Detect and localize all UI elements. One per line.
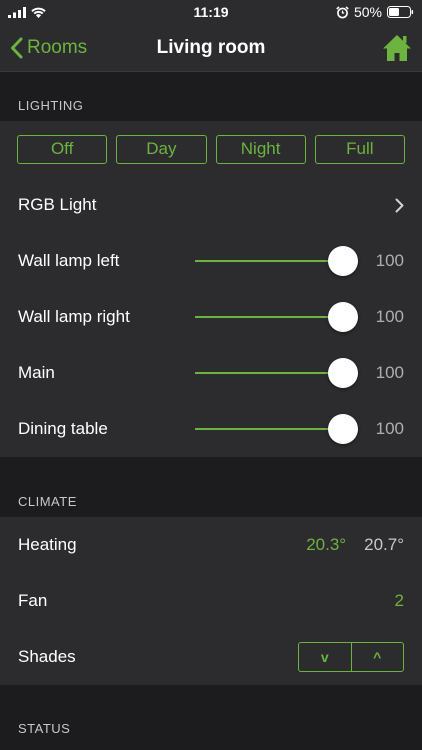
climate-section-header: CLIMATE (18, 494, 77, 509)
back-button[interactable]: Rooms (10, 37, 87, 59)
shades-control: v ^ (298, 642, 404, 672)
status-bar: 11:19 50% (0, 0, 422, 24)
chevron-right-icon (395, 198, 404, 212)
slider-thumb[interactable] (328, 414, 359, 444)
dimmer-slider[interactable] (195, 246, 359, 276)
dimmer-slider[interactable] (195, 414, 359, 444)
dimmer-control: 100 (195, 358, 404, 388)
scene-day-button[interactable]: Day (116, 134, 207, 164)
home-icon[interactable] (382, 33, 412, 63)
fan-row[interactable]: Fan 2 (0, 573, 422, 629)
alarm-icon (336, 5, 349, 18)
lighting-section-header: LIGHTING (18, 98, 84, 113)
status-left (8, 6, 46, 18)
dimmer-control: 100 (195, 414, 404, 444)
heating-row[interactable]: Heating 20.3° 20.7° (0, 517, 422, 573)
battery-percent: 50% (353, 4, 382, 20)
fan-label: Fan (18, 591, 48, 610)
dimmer-label: Wall lamp right (18, 307, 130, 326)
fan-value: 2 (394, 591, 404, 610)
dimmer-label: Main (18, 363, 55, 382)
shades-label: Shades (18, 647, 76, 666)
climate-group: Heating 20.3° 20.7° Fan 2 Shades v ^ (0, 517, 422, 685)
dimmer-label: Wall lamp left (18, 251, 120, 270)
signal-icon (8, 6, 26, 18)
lighting-scenes: Off Day Night Full (0, 121, 422, 177)
scene-off-button[interactable]: Off (17, 134, 108, 164)
shades-down-button[interactable]: v (299, 643, 351, 671)
heating-temps: 20.3° 20.7° (306, 535, 404, 555)
dimmer-row: Main 100 (0, 345, 422, 401)
rgb-light-row[interactable]: RGB Light (0, 177, 422, 233)
chevron-left-icon (11, 37, 23, 58)
status-right: 50% (336, 4, 414, 20)
dimmer-row: Dining table 100 (0, 401, 422, 457)
dimmer-row: Wall lamp right 100 (0, 289, 422, 345)
heating-label: Heating (18, 535, 77, 554)
lighting-group: Off Day Night Full RGB Light Wall lamp l… (0, 121, 422, 457)
dimmer-control: 100 (195, 302, 404, 332)
dimmer-value: 100 (375, 363, 404, 382)
heating-target-temp: 20.7° (364, 535, 404, 554)
back-label: Rooms (27, 36, 88, 58)
scene-full-button[interactable]: Full (314, 134, 405, 164)
wifi-icon (31, 7, 46, 18)
dimmer-slider[interactable] (195, 302, 359, 332)
shades-row: Shades v ^ (0, 629, 422, 685)
heating-current-temp: 20.3° (306, 535, 347, 554)
dimmer-row: Wall lamp left 100 (0, 233, 422, 289)
dimmer-value: 100 (375, 419, 404, 438)
scene-night-button[interactable]: Night (215, 134, 306, 164)
dimmer-slider[interactable] (195, 358, 359, 388)
battery-icon (387, 6, 414, 18)
slider-thumb[interactable] (328, 302, 359, 332)
status-time: 11:19 (193, 4, 229, 20)
dimmer-value: 100 (375, 251, 404, 270)
dimmer-value: 100 (375, 307, 404, 326)
rgb-light-label: RGB Light (18, 195, 97, 214)
shades-up-button[interactable]: ^ (350, 643, 404, 671)
slider-thumb[interactable] (328, 358, 359, 388)
dimmer-control: 100 (195, 246, 404, 276)
dimmer-label: Dining table (18, 419, 108, 438)
status-section-header: STATUS (18, 721, 71, 736)
slider-thumb[interactable] (328, 246, 359, 276)
nav-bar: Rooms Living room (0, 24, 422, 72)
page-title: Living room (156, 36, 266, 58)
